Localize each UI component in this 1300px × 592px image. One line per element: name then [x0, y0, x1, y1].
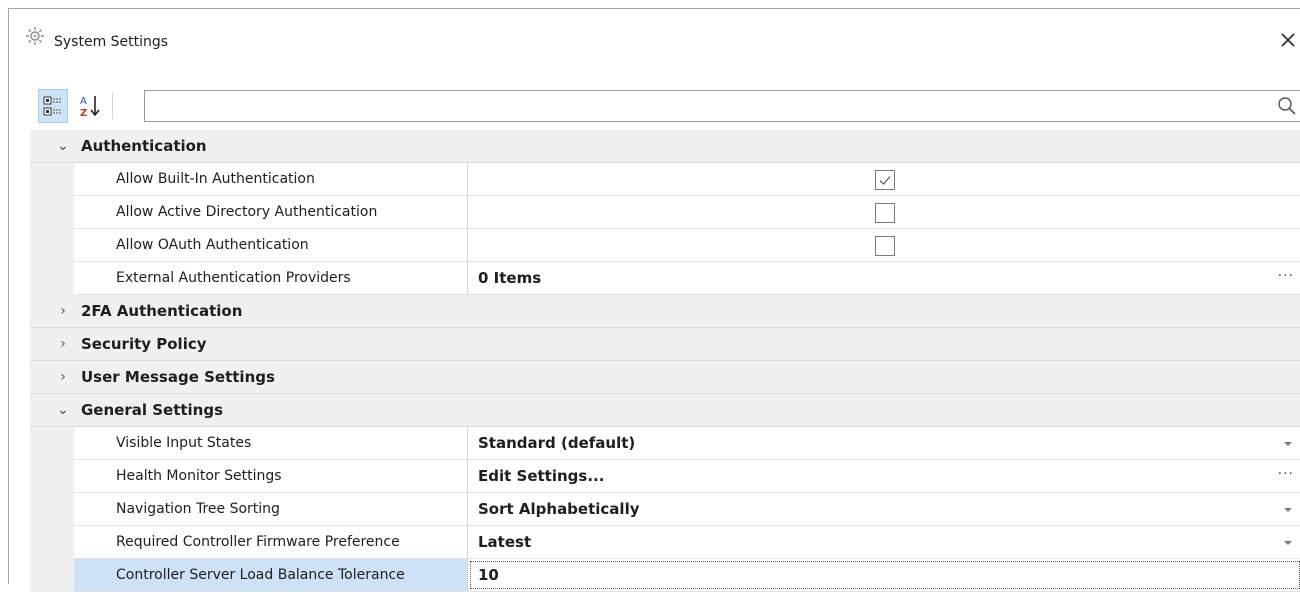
property-name-cell[interactable]: Visible Input States: [74, 427, 468, 460]
property-value-cell[interactable]: Sort Alphabetically: [468, 493, 1300, 526]
property-name-cell[interactable]: Allow OAuth Authentication: [74, 229, 468, 262]
property-row: Required Controller Firmware Preference …: [30, 526, 1300, 559]
search-input[interactable]: [145, 91, 1245, 121]
search-icon[interactable]: [1277, 96, 1297, 116]
property-name-cell[interactable]: Health Monitor Settings: [74, 460, 468, 493]
property-row: Allow OAuth Authentication: [30, 229, 1300, 262]
row-indent: [30, 460, 74, 493]
property-value: Latest: [478, 533, 532, 551]
property-row: Visible Input States Standard (default): [30, 427, 1300, 460]
chevron-right-icon[interactable]: ›: [56, 295, 70, 328]
gear-icon: [24, 25, 46, 47]
property-value: Standard (default): [478, 434, 636, 452]
property-name: External Authentication Providers: [116, 270, 351, 286]
toolbar-separator: [112, 93, 113, 119]
property-value: Sort Alphabetically: [478, 500, 640, 518]
chevron-down-icon[interactable]: [1284, 442, 1292, 446]
property-name: Controller Server Load Balance Tolerance: [116, 567, 405, 583]
property-name: Required Controller Firmware Preference: [116, 534, 400, 550]
property-grid: ⌄ Authentication Allow Built-In Authenti…: [30, 130, 1300, 592]
ellipsis-button[interactable]: ···: [1278, 460, 1294, 489]
search-box[interactable]: [144, 90, 1300, 122]
property-name: Health Monitor Settings: [116, 468, 282, 484]
row-indent: [30, 526, 74, 559]
window-title: System Settings: [54, 34, 169, 50]
property-name-cell[interactable]: External Authentication Providers: [74, 262, 468, 295]
property-value-cell[interactable]: [468, 163, 1300, 196]
property-value-cell[interactable]: 0 Items ···: [468, 262, 1300, 295]
chevron-right-icon[interactable]: ›: [56, 361, 70, 394]
category-label: User Message Settings: [81, 368, 275, 386]
property-name-cell[interactable]: Controller Server Load Balance Tolerance: [74, 559, 468, 592]
property-value-cell[interactable]: Standard (default): [468, 427, 1300, 460]
property-name-cell[interactable]: Allow Built-In Authentication: [74, 163, 468, 196]
property-row: Navigation Tree Sorting Sort Alphabetica…: [30, 493, 1300, 526]
svg-text:Z: Z: [80, 108, 87, 119]
chevron-down-icon[interactable]: ⌄: [56, 394, 70, 427]
category-label: 2FA Authentication: [81, 302, 243, 320]
chevron-down-icon[interactable]: [1284, 508, 1292, 512]
property-row: Health Monitor Settings Edit Settings...…: [30, 460, 1300, 493]
categorized-view-icon[interactable]: [38, 89, 68, 123]
property-value-cell[interactable]: [468, 196, 1300, 229]
row-indent: [30, 427, 74, 460]
property-name: Allow Active Directory Authentication: [116, 204, 378, 220]
property-name: Allow OAuth Authentication: [116, 237, 309, 253]
property-value-cell[interactable]: Latest: [468, 526, 1300, 559]
property-name: Navigation Tree Sorting: [116, 501, 280, 517]
category-security-policy[interactable]: › Security Policy: [30, 328, 1300, 361]
chevron-down-icon[interactable]: [1284, 541, 1292, 545]
row-indent: [30, 262, 74, 295]
allow-active-directory-auth-checkbox[interactable]: [875, 203, 895, 223]
allow-built-in-auth-checkbox[interactable]: [875, 170, 895, 190]
close-icon[interactable]: [1276, 28, 1300, 52]
property-name-cell[interactable]: Required Controller Firmware Preference: [74, 526, 468, 559]
chevron-right-icon[interactable]: ›: [56, 328, 70, 361]
property-value: 10: [478, 566, 499, 584]
title-bar: [9, 9, 1300, 75]
ellipsis-button[interactable]: ···: [1278, 262, 1294, 291]
value-edit-field[interactable]: [470, 561, 1300, 589]
toolbar: A Z: [30, 89, 1300, 125]
row-indent: [30, 163, 74, 196]
row-indent: [30, 493, 74, 526]
row-indent: [30, 559, 74, 592]
property-name-cell[interactable]: Allow Active Directory Authentication: [74, 196, 468, 229]
category-label: General Settings: [81, 401, 224, 419]
property-value: Edit Settings...: [478, 467, 605, 485]
property-name: Allow Built-In Authentication: [116, 171, 315, 187]
property-value-cell[interactable]: Edit Settings... ···: [468, 460, 1300, 493]
category-2fa-authentication[interactable]: › 2FA Authentication: [30, 295, 1300, 328]
window-border-left: [8, 8, 9, 584]
property-name-cell[interactable]: Navigation Tree Sorting: [74, 493, 468, 526]
category-authentication[interactable]: ⌄ Authentication: [30, 130, 1300, 163]
category-label: Security Policy: [81, 335, 207, 353]
row-indent: [30, 229, 74, 262]
property-row: Allow Built-In Authentication: [30, 163, 1300, 196]
category-general-settings[interactable]: ⌄ General Settings: [30, 394, 1300, 427]
row-indent: [30, 196, 74, 229]
category-user-message-settings[interactable]: › User Message Settings: [30, 361, 1300, 394]
chevron-down-icon[interactable]: ⌄: [56, 130, 70, 163]
allow-oauth-auth-checkbox[interactable]: [875, 236, 895, 256]
property-name: Visible Input States: [116, 435, 252, 451]
property-row: External Authentication Providers 0 Item…: [30, 262, 1300, 295]
svg-text:A: A: [80, 96, 87, 107]
property-value: 0 Items: [478, 269, 542, 287]
property-value-cell[interactable]: [468, 229, 1300, 262]
property-row: Allow Active Directory Authentication: [30, 196, 1300, 229]
category-label: Authentication: [81, 137, 207, 155]
property-row-selected: Controller Server Load Balance Tolerance…: [30, 559, 1300, 592]
property-value-cell[interactable]: 10: [468, 559, 1300, 592]
sort-az-icon[interactable]: A Z: [76, 89, 106, 123]
